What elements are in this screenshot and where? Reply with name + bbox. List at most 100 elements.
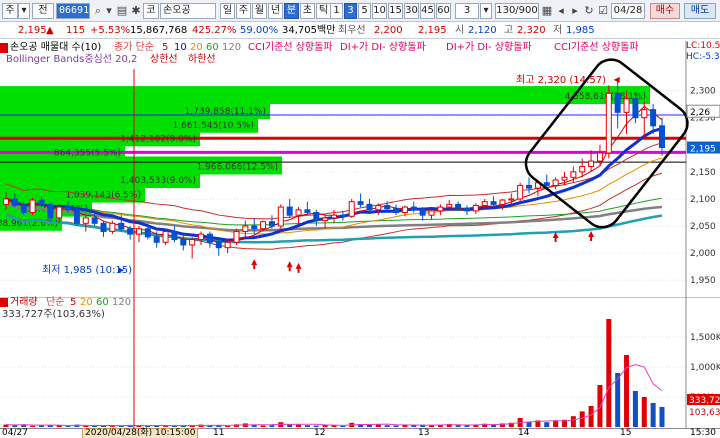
up-arrow-icon: ▲ — [46, 25, 54, 36]
candle — [304, 209, 311, 213]
count-input[interactable]: 130/900 — [495, 3, 539, 19]
interval-dropdown-icon[interactable]: ▾ — [480, 3, 492, 19]
candle — [463, 207, 470, 212]
refresh-icon[interactable]: ↻ — [583, 3, 595, 19]
prev-icon[interactable]: ◂ — [555, 3, 567, 19]
view-select[interactable]: 전 — [32, 3, 54, 19]
axis-day-12: 12 — [314, 428, 326, 438]
axis-start-date: 04/27 — [2, 428, 28, 438]
legend-title: 손오공 매물대 수(10) — [10, 42, 102, 53]
candle — [224, 241, 231, 249]
candle — [82, 217, 89, 224]
candle — [162, 230, 169, 243]
dropdown-icon[interactable]: ▾ — [104, 3, 114, 19]
next-icon[interactable]: ▸ — [569, 3, 581, 19]
interval-tab-10[interactable]: 10 — [372, 3, 387, 19]
candle — [570, 171, 577, 178]
volume-profile-label: 1,403,533(9.0%) — [120, 176, 196, 186]
volume-current-tag-label: 333,72 — [689, 396, 720, 406]
candle — [552, 179, 559, 186]
volume-value: 15,867,768 — [130, 25, 188, 36]
interval-tab-1[interactable]: 1 — [330, 3, 343, 19]
volume-profile-label: 864,355(5.5%) — [54, 148, 121, 158]
buy-button[interactable]: 매수 — [650, 3, 680, 19]
grid-icon[interactable]: ▦ — [541, 3, 553, 19]
period-tab-0[interactable]: 일 — [220, 3, 235, 19]
search-icon[interactable]: ⌕ — [92, 3, 104, 19]
candle — [366, 203, 373, 211]
period-tab-1[interactable]: 주 — [236, 3, 251, 19]
price-tick-label: 2,050 — [690, 222, 716, 232]
market-select[interactable]: 주 — [2, 3, 18, 19]
candle — [499, 199, 506, 205]
volume-bar — [588, 406, 594, 427]
signal-cci-1: CCI기준선 상향돌파 — [248, 42, 333, 53]
volume-bar — [260, 425, 266, 427]
hc-label: HC:-5.3 — [686, 52, 720, 62]
volume-profile-label: 1,966,066(12.5%) — [197, 162, 278, 172]
checkbox-icon[interactable]: ☑ — [597, 3, 609, 19]
candle — [180, 239, 187, 246]
bollinger-upper: 상한선 — [150, 54, 178, 65]
ma-120: 120 — [222, 42, 242, 53]
volume-tick-label: 1,500K — [690, 333, 720, 343]
pin-icon[interactable]: ✱ — [130, 3, 142, 19]
market-dropdown-icon[interactable]: ▾ — [18, 3, 30, 19]
candle — [455, 203, 462, 209]
candle — [260, 221, 267, 230]
interval-input[interactable]: 3 — [455, 3, 479, 19]
candle — [47, 203, 54, 219]
candle — [286, 206, 293, 216]
trade-amount: 34,705백만 — [282, 25, 336, 36]
candle — [65, 206, 72, 211]
volume-bar — [83, 425, 89, 427]
price-chart[interactable]: 2,3002,2502,2002,1502,1002,0502,0001,950… — [0, 41, 720, 297]
volume-ma-label: 단순 — [46, 297, 65, 308]
interval-tab-5[interactable]: 5 — [358, 3, 371, 19]
time-axis: 04/27 2020/04/28(화) 10:15:00 11 12 13 14… — [0, 428, 720, 438]
candle — [118, 222, 125, 230]
candle — [410, 206, 417, 211]
candle — [659, 125, 665, 149]
sell-button[interactable]: 매도 — [684, 3, 716, 19]
candle — [109, 222, 116, 232]
turnover-value: 59.00% — [240, 25, 279, 36]
candle — [233, 230, 240, 243]
candle — [100, 222, 107, 232]
interval-tab-15[interactable]: 15 — [388, 3, 403, 19]
candle — [268, 221, 275, 227]
high-price: 2,320 — [517, 25, 546, 36]
volume-ma-60: 60 — [96, 297, 109, 308]
period-tab-2[interactable]: 월 — [252, 3, 267, 19]
period-tab-4[interactable]: 분 — [284, 3, 299, 19]
interval-tab-45[interactable]: 45 — [420, 3, 435, 19]
candle — [313, 211, 320, 222]
legend-square-icon — [0, 43, 8, 53]
volume-title: 거래량 — [10, 297, 38, 308]
interval-tab-60[interactable]: 60 — [436, 3, 451, 19]
ma-5: 5 — [162, 42, 169, 53]
date-input[interactable]: 04/28 — [611, 3, 645, 19]
period-tab-5[interactable]: 초 — [300, 3, 315, 19]
ma-20: 20 — [190, 42, 203, 53]
candle — [348, 201, 355, 217]
period-tab-3[interactable]: 년 — [268, 3, 283, 19]
stock-code-input[interactable]: 066910 — [56, 3, 95, 19]
candle — [38, 199, 45, 205]
candle — [322, 217, 329, 222]
candle — [153, 236, 160, 243]
interval-tab-30[interactable]: 30 — [404, 3, 419, 19]
favorite-icon[interactable]: ▤ — [116, 3, 128, 19]
exchange-badge: 코 — [143, 3, 159, 19]
period-tab-6[interactable]: 틱 — [316, 3, 331, 19]
volume-bar — [455, 425, 461, 427]
candle — [384, 204, 391, 210]
volume-bar — [304, 425, 310, 427]
volume-chart[interactable]: 1,500K1,000K500K333,72103,63 — [0, 297, 720, 428]
volume-ma-5: 5 — [70, 297, 77, 308]
volume-ratio-tag-label: 103,63 — [689, 408, 720, 418]
candle — [517, 184, 524, 200]
candle — [135, 228, 142, 235]
interval-tab-3[interactable]: 3 — [344, 3, 357, 19]
candle — [614, 92, 621, 113]
